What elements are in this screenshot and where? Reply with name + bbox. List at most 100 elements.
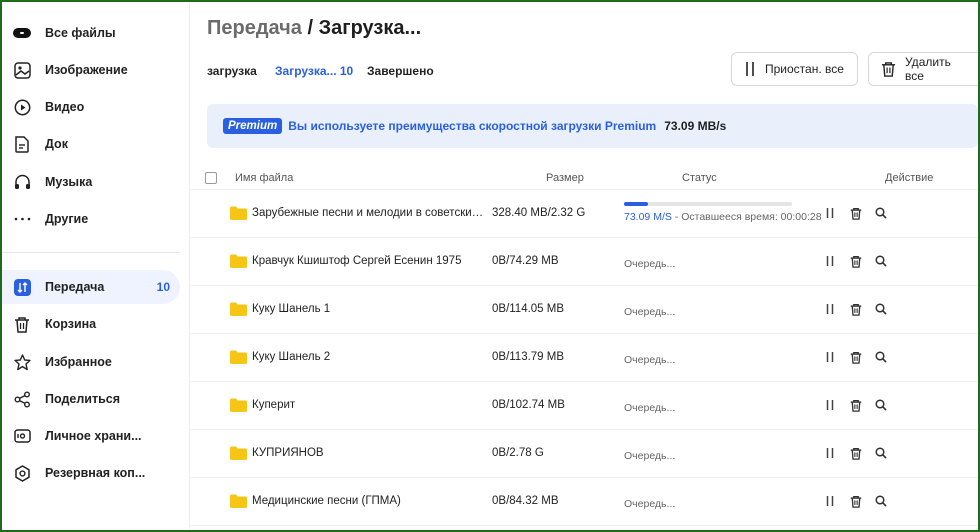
pause-icon[interactable] <box>823 446 837 460</box>
pause-all-button[interactable]: Приостан. все <box>731 52 858 86</box>
row-speed: 73.09 M/S <box>624 211 672 223</box>
row-status: Очередь... <box>624 402 676 414</box>
table-row[interactable]: Зарубежные песни и мелодии в советских ф… <box>191 190 978 238</box>
sidebar-item-label: Док <box>45 137 68 151</box>
delete-icon[interactable] <box>849 446 863 460</box>
select-all-checkbox[interactable] <box>205 172 217 184</box>
pause-all-label: Приостан. все <box>765 62 844 76</box>
row-file-size: 0B/114.05 MB <box>492 303 565 315</box>
column-header-size[interactable]: Размер <box>546 172 584 184</box>
private-vault-icon <box>12 426 32 446</box>
sidebar-item-transfer[interactable]: Передача 10 <box>2 270 180 304</box>
sidebar-item-all-files[interactable]: Все файлы <box>2 16 180 50</box>
page-title: Передача / Загрузка... <box>207 17 421 40</box>
tab-downloading[interactable]: Загрузка... 10 <box>275 64 353 78</box>
sidebar-item-label: Все файлы <box>45 26 116 40</box>
pause-icon[interactable] <box>823 302 837 316</box>
breadcrumb-current: Загрузка... <box>318 17 422 39</box>
pause-icon[interactable] <box>823 254 837 268</box>
sidebar-item-label: Музыка <box>45 175 93 189</box>
sidebar-item-other[interactable]: Другие <box>2 202 180 236</box>
folder-icon <box>230 206 247 225</box>
row-file-name: Медицинские песни (ГПМА) <box>252 495 401 507</box>
video-icon <box>12 97 32 117</box>
delete-all-label: Удалить все <box>905 55 951 83</box>
progress-bar <box>624 202 792 206</box>
delete-icon[interactable] <box>849 350 863 364</box>
sidebar-item-image[interactable]: Изображение <box>2 53 180 87</box>
table-header: Имя файла Размер Статус Действие <box>191 168 978 190</box>
pause-icon <box>744 61 756 77</box>
pause-icon[interactable] <box>823 494 837 508</box>
row-file-name: Кравчук Кшиштоф Сергей Есенин 1975 <box>252 255 462 267</box>
sidebar-item-share[interactable]: Поделиться <box>2 382 180 416</box>
search-icon[interactable] <box>874 398 888 412</box>
row-file-name: Куку Шанель 2 <box>252 351 331 363</box>
more-dots-icon <box>12 209 32 229</box>
row-status: Очередь... <box>624 450 676 462</box>
table-row[interactable]: Кравчук Кшиштоф Сергей Есенин 1975 0B/74.… <box>191 238 978 286</box>
delete-icon[interactable] <box>849 206 863 220</box>
sidebar-item-favorites[interactable]: Избранное <box>2 345 180 379</box>
row-file-size: 328.40 MB/2.32 G <box>492 207 586 219</box>
folder-icon <box>230 494 247 513</box>
search-icon[interactable] <box>874 302 888 316</box>
star-icon <box>12 352 32 372</box>
download-speed: 73.09 MB/s <box>664 119 727 133</box>
row-file-name: Куперит <box>252 399 296 411</box>
delete-icon[interactable] <box>849 494 863 508</box>
sidebar: Все файлы Изображение Видео Док Музыка Д… <box>2 2 190 530</box>
search-icon[interactable] <box>874 254 888 268</box>
share-icon <box>12 389 32 409</box>
sidebar-item-label: Видео <box>45 100 85 114</box>
image-icon <box>12 60 32 80</box>
transfer-count-badge: 10 <box>156 280 170 294</box>
search-icon[interactable] <box>874 206 888 220</box>
progress-fill <box>624 202 648 206</box>
row-file-name: КУПРИЯНОВ <box>252 447 324 459</box>
folder-icon <box>230 302 247 321</box>
row-status: Очередь... <box>624 258 676 270</box>
folder-icon <box>230 398 247 417</box>
sidebar-item-video[interactable]: Видео <box>2 90 180 124</box>
row-remaining-time: - Оставшееся время: 00:00:28 <box>671 211 822 223</box>
delete-icon[interactable] <box>849 302 863 316</box>
transfer-icon <box>12 277 32 297</box>
delete-all-button[interactable]: Удалить все <box>868 52 978 86</box>
pause-icon[interactable] <box>823 398 837 412</box>
sidebar-item-docs[interactable]: Док <box>2 127 180 161</box>
trash-icon <box>12 314 32 334</box>
sidebar-item-label: Резервная коп... <box>45 466 146 480</box>
table-row[interactable]: Куку Шанель 2 0B/113.79 MB Очередь... <box>191 334 978 382</box>
search-icon[interactable] <box>874 350 888 364</box>
table-row[interactable]: КУПРИЯНОВ 0B/2.78 G Очередь... <box>191 430 978 478</box>
row-file-size: 0B/2.78 G <box>492 447 544 459</box>
sidebar-item-trash[interactable]: Корзина <box>2 307 180 341</box>
sidebar-item-backup[interactable]: Резервная коп... <box>2 456 180 490</box>
search-icon[interactable] <box>874 446 888 460</box>
sidebar-item-label: Поделиться <box>45 392 121 406</box>
breadcrumb-transfer[interactable]: Передача <box>207 17 302 39</box>
sidebar-item-private-storage[interactable]: Личное храни... <box>2 419 180 453</box>
tab-completed[interactable]: Завершено <box>367 64 434 78</box>
table-row[interactable]: Куку Шанель 1 0B/114.05 MB Очередь... <box>191 286 978 334</box>
main-panel: Передача / Загрузка... загрузка Загрузка… <box>191 2 978 530</box>
sidebar-item-label: Другие <box>45 212 89 226</box>
folder-icon <box>230 254 247 273</box>
pause-icon[interactable] <box>823 206 837 220</box>
column-header-name[interactable]: Имя файла <box>235 172 293 184</box>
sidebar-item-label: Избранное <box>45 355 112 369</box>
tab-upload[interactable]: загрузка <box>207 64 257 78</box>
row-status: Очередь... <box>624 354 676 366</box>
table-row[interactable]: Куперит 0B/102.74 MB Очередь... <box>191 382 978 430</box>
sidebar-item-music[interactable]: Музыка <box>2 165 180 199</box>
table-row[interactable]: Медицинские песни (ГПМА) 0B/84.32 MB Очере… <box>191 478 978 526</box>
sidebar-divider <box>2 252 180 253</box>
row-file-size: 0B/113.79 MB <box>492 351 565 363</box>
sidebar-item-label: Передача <box>45 280 105 294</box>
delete-icon[interactable] <box>849 254 863 268</box>
delete-icon[interactable] <box>849 398 863 412</box>
search-icon[interactable] <box>874 494 888 508</box>
all-files-icon <box>12 23 32 43</box>
pause-icon[interactable] <box>823 350 837 364</box>
